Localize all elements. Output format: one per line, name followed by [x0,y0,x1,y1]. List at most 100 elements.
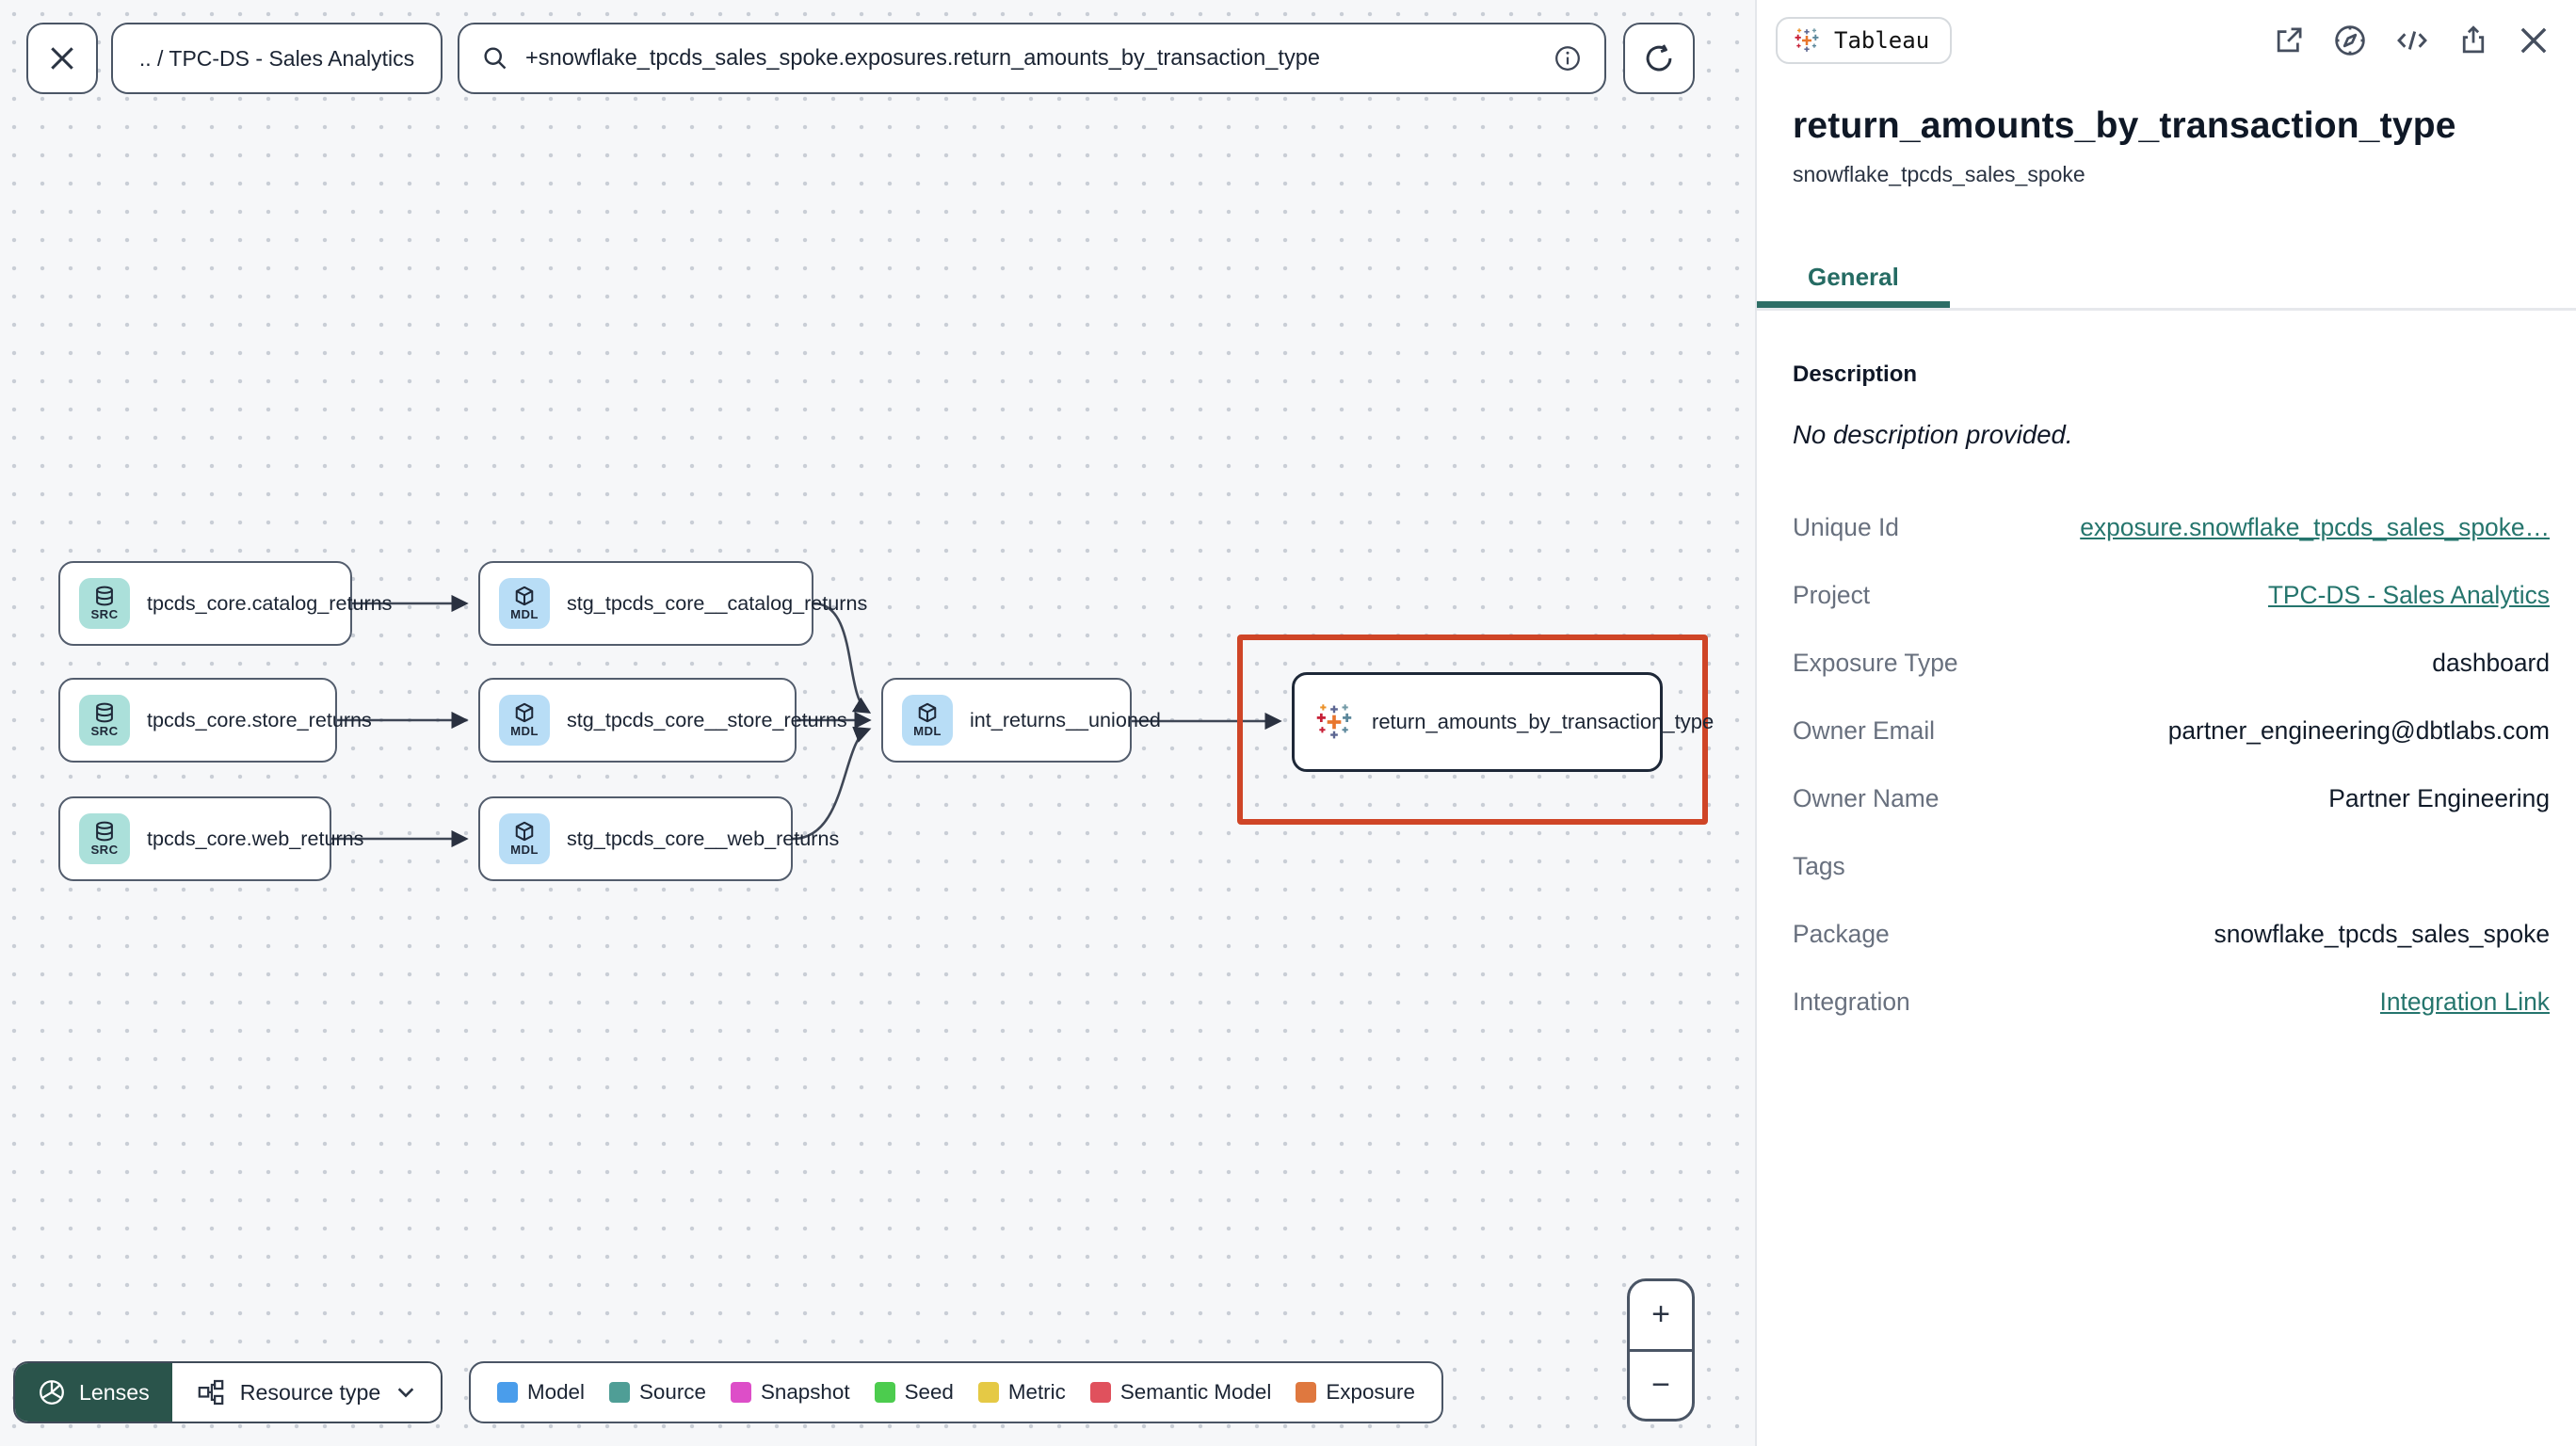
node-source-catalog-returns[interactable]: SRC tpcds_core.catalog_returns [58,561,392,646]
panel-content: Description No description provided. Uni… [1757,311,2576,1036]
lenses-label: Lenses [79,1379,150,1405]
legend-swatch-seed [874,1382,895,1403]
legend-label: Metric [1007,1380,1066,1404]
legend-label: Model [527,1380,585,1404]
node-int-returns-unioned[interactable]: MDL int_returns__unioned [881,678,1161,763]
tableau-logo-icon [1793,26,1821,55]
panel-header: Tableau [1757,0,2576,64]
node-stg-web-returns[interactable]: MDL stg_tpcds_core__web_returns [478,796,839,881]
external-link-icon [2277,27,2302,53]
close-icon [2520,27,2547,54]
code-icon [2397,31,2427,50]
tableau-badge[interactable]: Tableau [1776,17,1953,64]
page-title: return_amounts_by_transaction_type [1793,105,2456,146]
legend-item: Semantic Model [1089,1380,1271,1405]
details-list: Unique Id exposure.snowflake_tpcds_sales… [1793,493,2550,1036]
legend-item: Source [608,1380,706,1405]
node-label: tpcds_core.catalog_returns [147,591,393,615]
detail-label: Exposure Type [1793,648,1958,677]
detail-row-integration: Integration Integration Link [1793,968,2550,1036]
node-badge: SRC [90,843,119,858]
node-label: return_amounts_by_transaction_type [1372,710,1715,733]
detail-label: Unique Id [1793,512,1899,541]
tableau-logo-icon [1313,701,1355,743]
source-database-icon: SRC [79,695,130,746]
detail-label: Tags [1793,851,1845,880]
detail-value: snowflake_tpcds_sales_spoke [2214,919,2551,948]
node-badge: SRC [90,607,119,622]
model-cube-icon: MDL [499,578,550,629]
zoom-controls: + − [1627,1278,1695,1422]
search-input[interactable] [525,45,1537,72]
node-badge: SRC [90,724,119,739]
node-stg-store-returns[interactable]: MDL stg_tpcds_core__store_returns [478,678,847,763]
detail-label: Package [1793,919,1890,948]
legend-item: Metric [977,1380,1066,1405]
legend-item: Snapshot [730,1380,850,1405]
panel-actions [2273,24,2550,57]
share-icon [2462,25,2485,54]
description-heading: Description [1793,362,1918,387]
detail-row-exposure-type: Exposure Type dashboard [1793,629,2550,697]
node-exposure-return-amounts[interactable]: return_amounts_by_transaction_type [1292,672,1714,772]
model-cube-icon: MDL [902,695,953,746]
share-button[interactable] [2457,24,2489,56]
tab-general[interactable]: General [1757,246,1950,308]
node-label: int_returns__unioned [970,708,1161,731]
resource-type-dropdown[interactable]: Resource type [171,1363,442,1422]
info-icon[interactable] [1554,44,1582,72]
node-source-store-returns[interactable]: SRC tpcds_core.store_returns [58,678,372,763]
search-icon [484,47,507,70]
detail-row-unique-id: Unique Id exposure.snowflake_tpcds_sales… [1793,493,2550,561]
resource-type-label: Resource type [239,1379,381,1405]
view-code-button[interactable] [2395,24,2429,57]
project-link[interactable]: TPC-DS - Sales Analytics [2268,581,2550,610]
dbt-explorer-lineage-app: SRC tpcds_core.catalog_returns SRC tpcds… [0,0,2576,1446]
node-label: stg_tpcds_core__web_returns [567,827,840,850]
resource-legend: Model Source Snapshot Seed Metric Semant… [469,1361,1443,1423]
node-badge: MDL [510,724,539,739]
node-badge: MDL [510,843,539,858]
detail-row-project: Project TPC-DS - Sales Analytics [1793,561,2550,629]
description-empty-text: No description provided. [1793,420,2073,449]
aperture-icon [40,1380,64,1405]
legend-item: Seed [874,1380,954,1405]
open-external-button[interactable] [2273,24,2305,56]
close-lineage-button[interactable] [26,23,98,94]
node-badge: MDL [913,724,942,739]
legend-item: Exposure [1296,1380,1415,1405]
legend-label: Exposure [1326,1380,1415,1404]
details-panel: Tableau return_amounts_by_transaction_ty… [1755,0,2576,1446]
legend-label: Seed [904,1380,954,1404]
node-label: tpcds_core.web_returns [147,827,364,850]
legend-swatch-exposure [1296,1382,1317,1403]
detail-label: Owner Name [1793,783,1940,812]
panel-tabs: General [1757,246,2576,311]
legend-swatch-snapshot [730,1382,751,1403]
node-source-web-returns[interactable]: SRC tpcds_core.web_returns [58,796,363,881]
detail-label: Project [1793,580,1871,609]
node-stg-catalog-returns[interactable]: MDL stg_tpcds_core__catalog_returns [478,561,867,646]
source-database-icon: SRC [79,813,130,864]
refresh-graph-button[interactable] [1623,23,1695,94]
lineage-canvas[interactable]: SRC tpcds_core.catalog_returns SRC tpcds… [0,0,1755,1446]
legend-swatch-source [608,1382,630,1403]
unique-id-link[interactable]: exposure.snowflake_tpcds_sales_spoke… [2080,513,2550,542]
zoom-in-button[interactable]: + [1630,1281,1692,1352]
model-cube-icon: MDL [499,813,550,864]
lenses-toolbar: Lenses Resource type [13,1361,443,1423]
detail-label: Owner Email [1793,715,1936,745]
detail-value: partner_engineering@dbtlabs.com [2167,715,2550,745]
integration-link[interactable]: Integration Link [2380,988,2550,1017]
legend-swatch-model [497,1382,518,1403]
detail-row-package: Package snowflake_tpcds_sales_spoke [1793,900,2550,968]
model-cube-icon: MDL [499,695,550,746]
legend-item: Model [497,1380,585,1405]
detail-row-owner-name: Owner Name Partner Engineering [1793,764,2550,832]
explore-button[interactable] [2333,24,2367,57]
node-label: stg_tpcds_core__store_returns [567,708,847,731]
close-panel-button[interactable] [2518,24,2550,56]
breadcrumb[interactable]: .. / TPC-DS - Sales Analytics [111,23,443,94]
zoom-out-button[interactable]: − [1630,1352,1692,1420]
lenses-button[interactable]: Lenses [15,1363,172,1422]
